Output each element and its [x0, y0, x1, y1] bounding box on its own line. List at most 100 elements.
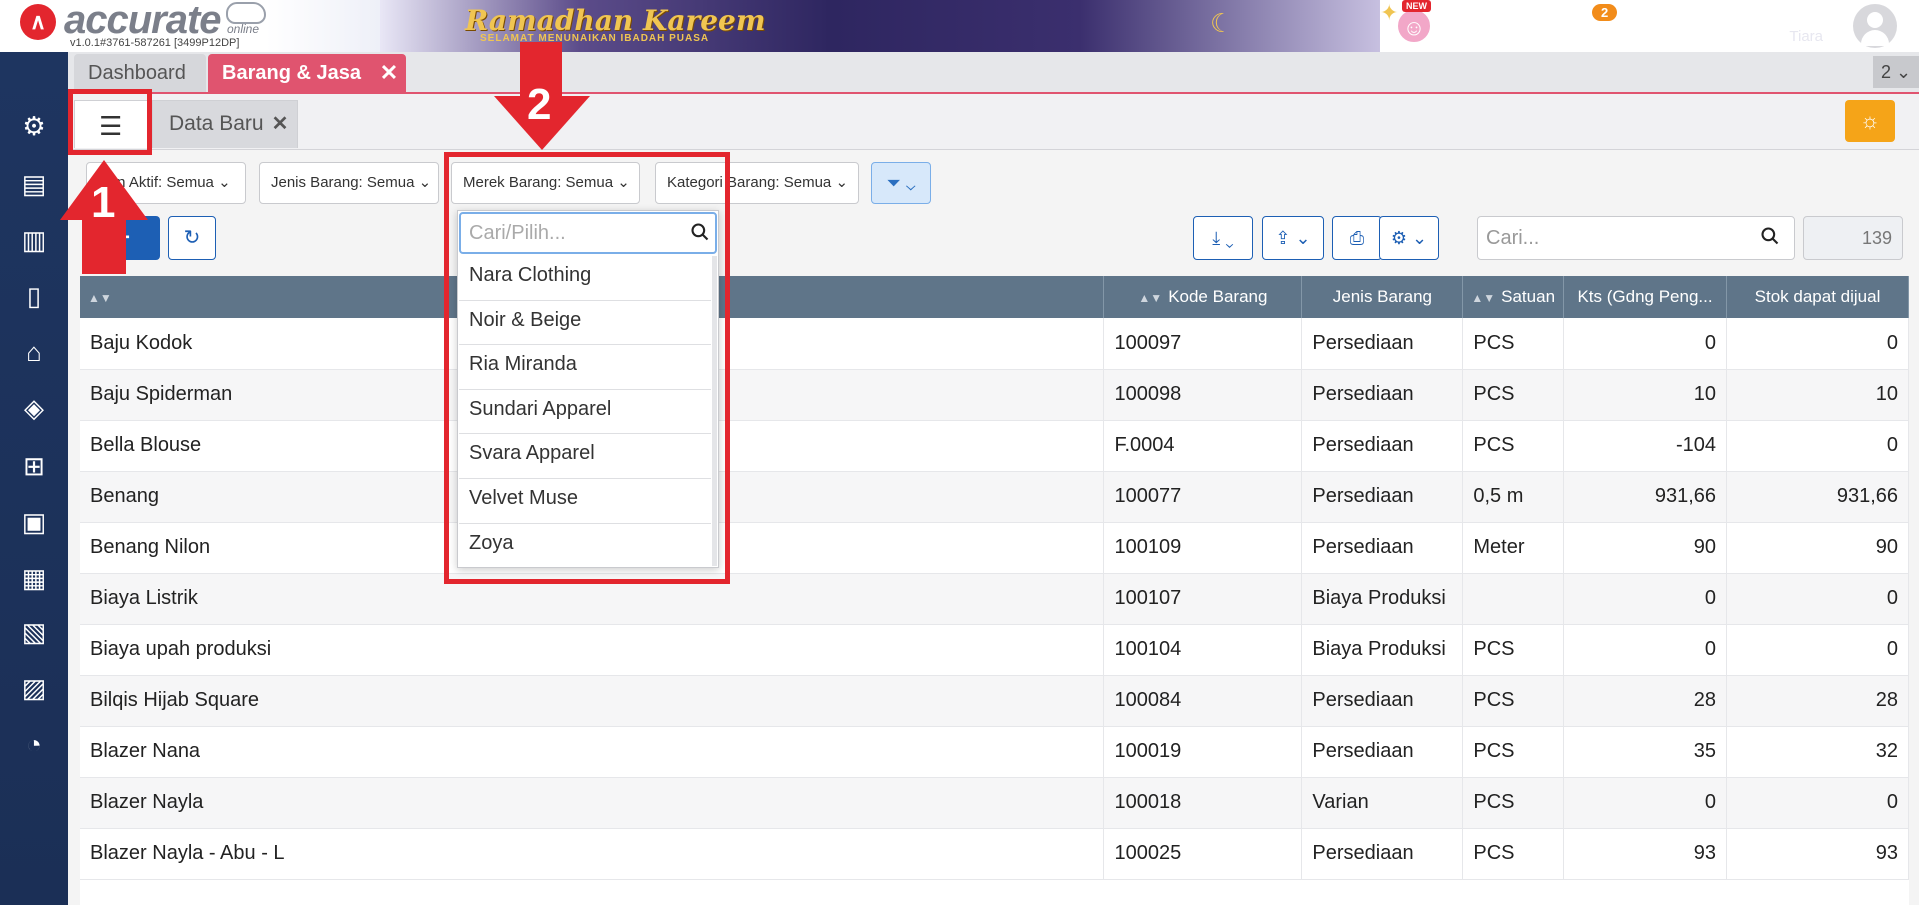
- cell-satuan: PCS: [1462, 828, 1565, 880]
- cell-satuan: PCS: [1462, 675, 1565, 727]
- column-settings-icon[interactable]: ⚙ ⌄: [1379, 216, 1439, 260]
- table-row[interactable]: Baju Kodok 100097 Persediaan PCS 0 0: [80, 318, 1909, 370]
- cell-satuan: PCS: [1462, 420, 1565, 472]
- table-row[interactable]: Blazer Nayla - Abu - L 100025 Persediaan PC…: [80, 828, 1909, 880]
- cell-kode: 100018: [1103, 777, 1303, 829]
- cell-kts: 931,66: [1563, 471, 1728, 523]
- table-row[interactable]: Benang Nilon 100109 Persediaan Meter 90 90: [80, 522, 1909, 574]
- sales-icon[interactable]: ▤: [16, 166, 52, 202]
- cell-stok: 0: [1726, 624, 1909, 676]
- main-tabs: Dashboard Barang & Jasa ✕ 2 ⌄: [68, 52, 1919, 94]
- cell-stok: 10: [1726, 369, 1909, 421]
- search-input[interactable]: Cari...: [1477, 216, 1795, 260]
- cell-stok: 93: [1726, 828, 1909, 880]
- column-header-satuan[interactable]: ▲▼ Satuan: [1462, 276, 1565, 318]
- company-icon[interactable]: ▥: [16, 222, 52, 258]
- cell-kts: 10: [1563, 369, 1728, 421]
- inventory-icon[interactable]: ▧: [16, 614, 52, 650]
- cell-kode: 100097: [1103, 318, 1303, 370]
- cell-stok: 0: [1726, 420, 1909, 472]
- user-name[interactable]: Fifi Fashion: [1709, 4, 1823, 30]
- filter-icon[interactable]: ⏷ ⌄: [871, 162, 931, 204]
- notification-badge: 2: [1592, 4, 1618, 21]
- table-row[interactable]: Benang 100077 Persediaan 0,5 m 931,66 931,66: [80, 471, 1909, 523]
- cell-jenis: Varian: [1301, 777, 1464, 829]
- column-header-kts[interactable]: Kts (Gdng Peng...: [1563, 276, 1728, 318]
- tax-icon[interactable]: ▨: [16, 670, 52, 706]
- cell-kode: 100025: [1103, 828, 1303, 880]
- warehouse-icon[interactable]: ▦: [16, 560, 52, 596]
- cell-satuan: PCS: [1462, 726, 1565, 778]
- cart-icon[interactable]: ⊞: [16, 448, 52, 484]
- cell-kts: 28: [1563, 675, 1728, 727]
- settings-icon[interactable]: ⚙: [16, 108, 52, 144]
- bank-icon[interactable]: ⌂: [16, 334, 52, 370]
- cell-satuan: [1462, 573, 1565, 625]
- close-icon[interactable]: ✕: [376, 54, 402, 92]
- download-icon[interactable]: ⤓ ⌄: [1193, 216, 1253, 260]
- column-header-stok[interactable]: Stok dapat dijual: [1726, 276, 1909, 318]
- column-header-kode[interactable]: ▲▼ Kode Barang: [1103, 276, 1303, 318]
- payment-icon[interactable]: ◈: [16, 390, 52, 426]
- search-icon[interactable]: [1460, 8, 1496, 44]
- table-header: ▲▼ ▲▼ Kode Barang Jenis Barang ▲▼ Satuan K…: [80, 276, 1909, 318]
- table-row[interactable]: Bilqis Hijab Square 100084 Persediaan PCS 28…: [80, 675, 1909, 727]
- cell-kts: 0: [1563, 318, 1728, 370]
- lightbulb-icon[interactable]: ☼: [1845, 100, 1895, 142]
- cell-kode: 100107: [1103, 573, 1303, 625]
- column-header-jenis[interactable]: Jenis Barang: [1301, 276, 1464, 318]
- cell-jenis: Persediaan: [1301, 420, 1464, 472]
- report-icon[interactable]: ◔: [16, 726, 52, 762]
- print-icon[interactable]: ⎙: [1332, 216, 1382, 260]
- open-tabs-count[interactable]: 2 ⌄: [1873, 56, 1919, 88]
- table-row[interactable]: Bella Blouse F.0004 Persediaan PCS -104 0: [80, 420, 1909, 472]
- table-row[interactable]: Blazer Nana 100019 Persediaan PCS 35 32: [80, 726, 1909, 778]
- cell-kts: 35: [1563, 726, 1728, 778]
- cell-jenis: Persediaan: [1301, 369, 1464, 421]
- filter-jenis-barang[interactable]: Jenis Barang: Semua ⌄: [259, 162, 439, 204]
- highlight-box-2: [444, 152, 730, 584]
- cell-kts: 0: [1563, 624, 1728, 676]
- search-icon: [1760, 226, 1780, 252]
- cell-kode: 100019: [1103, 726, 1303, 778]
- cell-kts: 93: [1563, 828, 1728, 880]
- export-icon[interactable]: ⇪ ⌄: [1262, 216, 1324, 260]
- cell-jenis: Persediaan: [1301, 726, 1464, 778]
- sub-tabs: ☰ Data Baru ✕ ☼: [68, 94, 1919, 150]
- accurate-logo-icon: ∧: [20, 4, 56, 40]
- purchase-icon[interactable]: ▣: [16, 504, 52, 540]
- cell-jenis: Persediaan: [1301, 675, 1464, 727]
- cell-jenis: Persediaan: [1301, 828, 1464, 880]
- cell-kts: 0: [1563, 777, 1728, 829]
- cell-satuan: PCS: [1462, 369, 1565, 421]
- cell-stok: 0: [1726, 573, 1909, 625]
- avatar[interactable]: [1853, 4, 1897, 48]
- user-role: Tiara: [1789, 28, 1823, 45]
- refresh-icon[interactable]: ↻: [168, 216, 216, 260]
- cell-name: Blazer Nayla: [80, 777, 1105, 829]
- cell-name: Blazer Nayla - Abu - L: [80, 828, 1105, 880]
- logo-sub: online: [227, 22, 260, 36]
- cell-kts: -104: [1563, 420, 1728, 472]
- cell-kts: 90: [1563, 522, 1728, 574]
- table-row[interactable]: Baju Spiderman 100098 Persediaan PCS 10 10: [80, 369, 1909, 421]
- cell-stok: 32: [1726, 726, 1909, 778]
- close-icon[interactable]: ✕: [268, 100, 292, 148]
- cell-jenis: Persediaan: [1301, 522, 1464, 574]
- cell-jenis: Biaya Produksi: [1301, 624, 1464, 676]
- table-row[interactable]: Biaya upah produksi 100104 Biaya Produksi P…: [80, 624, 1909, 676]
- cloud-icon: [226, 2, 266, 24]
- record-count: 139: [1803, 216, 1903, 260]
- cell-stok: 28: [1726, 675, 1909, 727]
- mascot-icon[interactable]: ☺: [1396, 8, 1432, 44]
- help-icon[interactable]: ?: [1522, 8, 1558, 44]
- open-tabs-number: 2: [1880, 62, 1891, 82]
- tab-dashboard[interactable]: Dashboard: [74, 54, 206, 92]
- cell-stok: 931,66: [1726, 471, 1909, 523]
- ledger-icon[interactable]: ▯: [16, 278, 52, 314]
- table-row[interactable]: Blazer Nayla 100018 Varian PCS 0 0: [80, 777, 1909, 829]
- filter-jenis-label: Jenis Barang: Semua: [271, 174, 415, 191]
- svg-text:?: ?: [1536, 13, 1545, 29]
- table-row[interactable]: Biaya Listrik 100107 Biaya Produksi 0 0: [80, 573, 1909, 625]
- cell-jenis: Biaya Produksi: [1301, 573, 1464, 625]
